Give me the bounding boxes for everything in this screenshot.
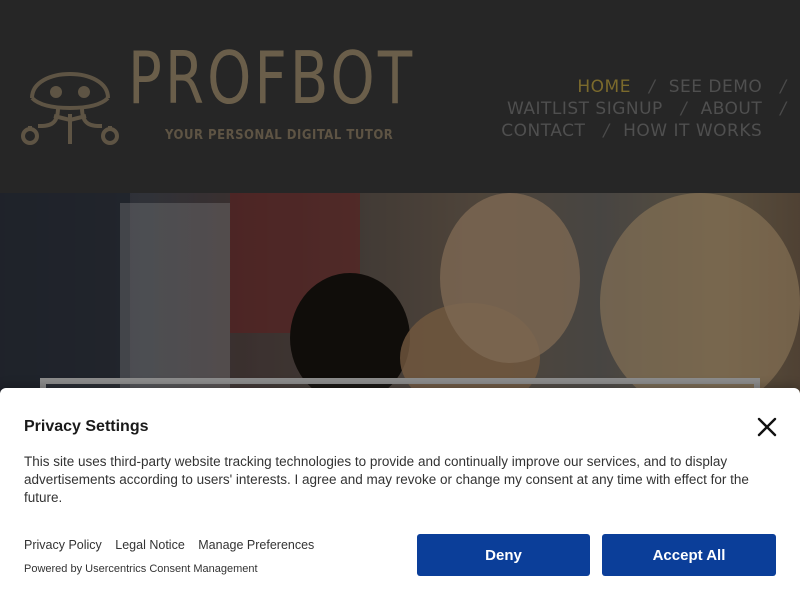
robot-book-icon	[21, 72, 119, 145]
legal-notice-link[interactable]: Legal Notice	[115, 538, 185, 552]
nav-row: HOME / SEE DEMO /	[486, 76, 786, 98]
nav-separator: /	[603, 121, 610, 141]
nav-separator: /	[680, 99, 687, 119]
nav-separator: /	[780, 99, 786, 119]
consent-title: Privacy Settings	[24, 418, 149, 435]
nav-about[interactable]: ABOUT	[701, 99, 763, 119]
main-nav: HOME / SEE DEMO / WAITLIST SIGNUP / ABOUT / CO…	[486, 76, 786, 142]
manage-preferences-link[interactable]: Manage Preferences	[198, 538, 314, 552]
nav-separator: /	[780, 77, 786, 97]
nav-separator: /	[648, 77, 655, 97]
brand-tagline: YOUR PERSONAL DIGITAL TUTOR	[165, 128, 394, 143]
nav-waitlist-signup[interactable]: WAITLIST SIGNUP	[507, 99, 663, 119]
privacy-consent-banner: Privacy Settings This site uses third-pa…	[0, 388, 800, 600]
site-header: PROFBOT YOUR PERSONAL DIGITAL TUTOR HOME…	[0, 0, 800, 193]
powered-by-text: Powered by Usercentrics Consent Manageme…	[24, 563, 258, 575]
nav-row: WAITLIST SIGNUP / ABOUT /	[486, 98, 786, 120]
brand-logo[interactable]: PROFBOT YOUR PERSONAL DIGITAL TUTOR	[18, 42, 412, 156]
nav-how-it-works[interactable]: HOW IT WORKS	[623, 121, 762, 141]
brand-name: PROFBOT	[128, 36, 416, 120]
consent-links: Privacy Policy Legal Notice Manage Prefe…	[24, 538, 324, 552]
nav-contact[interactable]: CONTACT	[501, 121, 585, 141]
close-icon[interactable]	[756, 416, 778, 438]
consent-description: This site uses third-party website track…	[24, 454, 749, 505]
deny-button[interactable]: Deny	[417, 534, 590, 576]
accept-all-button[interactable]: Accept All	[602, 534, 776, 576]
privacy-policy-link[interactable]: Privacy Policy	[24, 538, 102, 552]
nav-see-demo[interactable]: SEE DEMO	[669, 77, 763, 97]
nav-row: CONTACT/HOW IT WORKS/	[486, 120, 786, 142]
nav-home[interactable]: HOME	[577, 77, 631, 97]
